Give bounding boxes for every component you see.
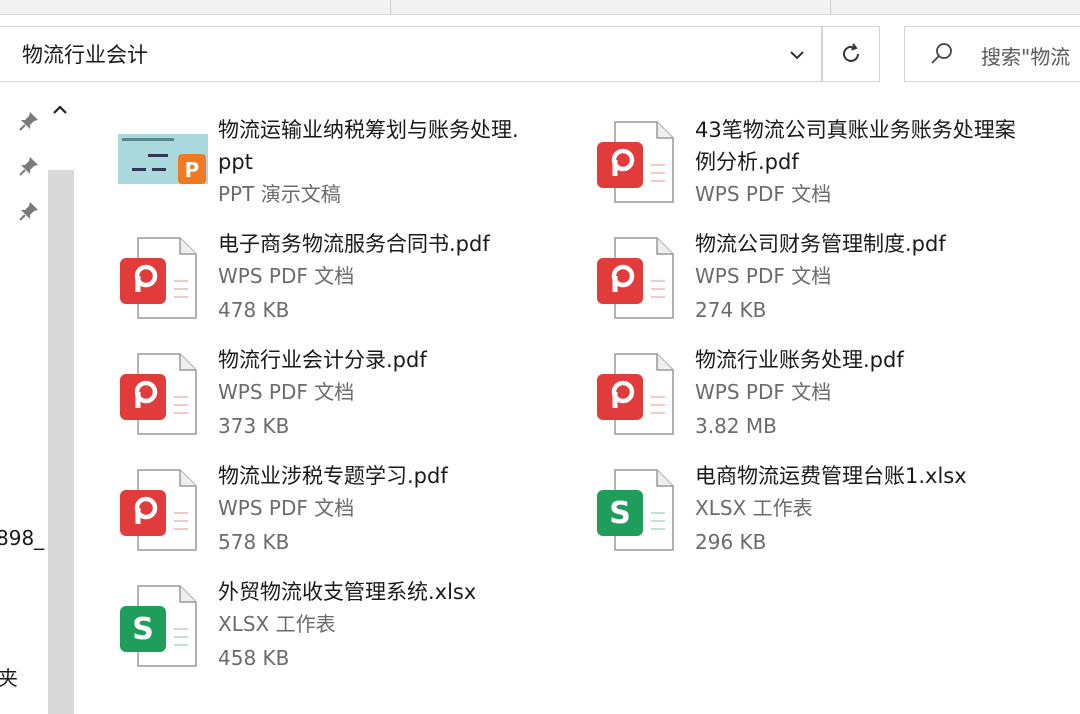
svg-text:S: S — [609, 496, 631, 531]
file-type: XLSX 工作表 — [695, 496, 813, 520]
search-icon — [931, 43, 952, 64]
file-size: 274 KB — [695, 298, 767, 322]
search-placeholder: 搜索"物流 — [981, 45, 1071, 69]
file-type: WPS PDF 文档 — [218, 496, 355, 520]
svg-text:S: S — [132, 612, 154, 647]
file-item[interactable]: 物流行业账务处理.pdf WPS PDF 文档 3.82 MB — [595, 344, 1055, 444]
pin-icon — [19, 157, 38, 176]
file-size: 578 KB — [218, 530, 290, 554]
file-name: 43笔物流公司真账业务账务处理案 — [695, 118, 1016, 142]
nav-scrollbar[interactable] — [48, 170, 74, 714]
file-type: PPT 演示文稿 — [218, 182, 341, 206]
file-size: 458 KB — [218, 646, 290, 670]
file-type: WPS PDF 文档 — [218, 264, 355, 288]
address-path[interactable]: 物流行业会计 — [22, 39, 148, 69]
file-item[interactable]: 物流业涉税专题学习.pdf WPS PDF 文档 578 KB — [118, 460, 558, 560]
wps-pdf-icon — [120, 353, 197, 435]
xlsx-icon: S — [597, 469, 674, 551]
file-size: 478 KB — [218, 298, 290, 322]
xlsx-icon: S — [120, 585, 197, 667]
file-item[interactable]: P 物流运输业纳税筹划与账务处理. ppt PPT 演示文稿 — [118, 112, 558, 212]
wps-pdf-icon — [597, 237, 674, 319]
file-type: WPS PDF 文档 — [695, 182, 832, 206]
pin-icon — [19, 202, 38, 221]
file-name: 物流公司财务管理制度.pdf — [695, 232, 946, 256]
file-type: XLSX 工作表 — [218, 612, 336, 636]
wps-pdf-icon — [120, 237, 197, 319]
file-name: 物流行业账务处理.pdf — [695, 348, 904, 372]
ppt-thumbnail-icon: P — [118, 134, 208, 184]
file-item[interactable]: 物流公司财务管理制度.pdf WPS PDF 文档 274 KB — [595, 228, 1055, 328]
svg-text:P: P — [185, 158, 200, 182]
file-type: WPS PDF 文档 — [695, 264, 832, 288]
nav-item-partial[interactable]: 夹 — [0, 662, 18, 691]
address-bar[interactable]: 物流行业会计 — [0, 26, 822, 82]
file-name: 电子商务物流服务合同书.pdf — [218, 232, 490, 256]
file-size: 296 KB — [695, 530, 767, 554]
file-item[interactable]: 电子商务物流服务合同书.pdf WPS PDF 文档 478 KB — [118, 228, 558, 328]
file-item[interactable]: S 外贸物流收支管理系统.xlsx XLSX 工作表 458 KB — [118, 576, 558, 676]
wps-pdf-icon — [597, 121, 674, 203]
search-box[interactable]: 搜索"物流 — [904, 26, 1080, 82]
wps-pdf-icon — [120, 469, 197, 551]
file-name: 物流运输业纳税筹划与账务处理. — [218, 118, 519, 142]
file-type: WPS PDF 文档 — [218, 380, 355, 404]
pin-icon — [19, 112, 38, 131]
file-item[interactable]: 43笔物流公司真账业务账务处理案 例分析.pdf WPS PDF 文档 — [595, 112, 1055, 212]
refresh-icon — [843, 43, 859, 62]
file-name-cont: 例分析.pdf — [695, 150, 799, 174]
refresh-button[interactable] — [822, 26, 880, 82]
scroll-up-arrow-icon[interactable] — [48, 98, 72, 122]
tab-strip — [0, 0, 1080, 15]
file-name: 物流行业会计分录.pdf — [218, 348, 427, 372]
file-name: 物流业涉税专题学习.pdf — [218, 464, 448, 488]
file-type: WPS PDF 文档 — [695, 380, 832, 404]
nav-item-partial[interactable]: 898_ — [0, 526, 44, 550]
file-name: 外贸物流收支管理系统.xlsx — [218, 580, 477, 604]
file-name: 电商物流运费管理台账1.xlsx — [695, 464, 967, 488]
file-item[interactable]: 物流行业会计分录.pdf WPS PDF 文档 373 KB — [118, 344, 558, 444]
file-item[interactable]: S 电商物流运费管理台账1.xlsx XLSX 工作表 296 KB — [595, 460, 1055, 560]
file-size: 373 KB — [218, 414, 290, 438]
chevron-down-icon[interactable] — [787, 45, 807, 65]
file-name-cont: ppt — [218, 150, 253, 174]
wps-pdf-icon — [597, 353, 674, 435]
file-size: 3.82 MB — [695, 414, 777, 438]
